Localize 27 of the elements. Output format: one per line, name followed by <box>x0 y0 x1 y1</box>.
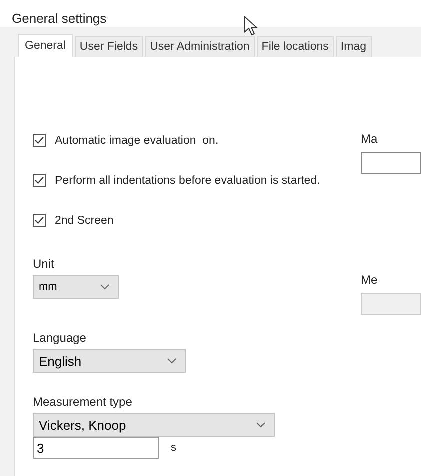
field-label: Measurement type <box>33 395 134 411</box>
checkbox-label: 2nd Screen <box>55 214 114 226</box>
chevron-icon <box>256 422 266 428</box>
tab[interactable]: File locations <box>256 36 334 57</box>
tab[interactable]: User Administration <box>145 36 255 57</box>
checkbox[interactable] <box>33 214 46 227</box>
tab[interactable]: General <box>18 34 73 57</box>
checkbox[interactable] <box>33 174 46 187</box>
time-input-field[interactable]: 3 <box>33 437 159 459</box>
cursor-icon <box>244 16 258 36</box>
unit-label: s <box>171 442 176 454</box>
checkbox-label: Perform all indentations before evaluation is started. <box>55 174 320 186</box>
measurement-type-dropdown[interactable]: Vickers, Knoop <box>33 413 275 437</box>
tab[interactable]: User Fields <box>74 36 144 57</box>
field-label: Language <box>33 331 88 347</box>
field-label: Ma <box>361 132 379 148</box>
window-title: General settings <box>12 11 107 26</box>
tab[interactable]: Imag <box>336 36 372 57</box>
checkbox[interactable] <box>33 134 46 147</box>
field-label: Me <box>361 273 379 289</box>
language-dropdown[interactable]: English <box>33 349 186 373</box>
checkbox-label: Automatic image evaluation on. <box>55 134 219 146</box>
unit-dropdown[interactable]: mm <box>33 275 119 299</box>
chevron-icon <box>167 358 177 364</box>
field-label: Unit <box>33 257 56 273</box>
input-field[interactable] <box>361 152 421 174</box>
chevron-icon <box>100 284 110 290</box>
